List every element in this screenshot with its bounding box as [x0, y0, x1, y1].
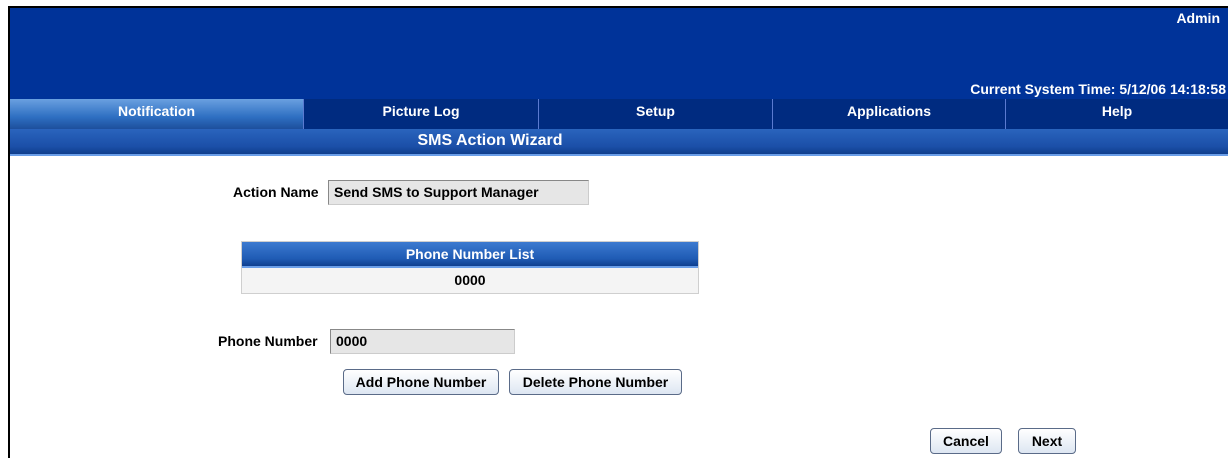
- phone-number-list: Phone Number List 0000: [241, 241, 699, 294]
- tab-label: Help: [1101, 103, 1133, 119]
- tab-help[interactable]: Help: [1005, 99, 1228, 129]
- user-name: Admin: [1176, 10, 1220, 26]
- tab-label: Setup: [636, 103, 675, 119]
- tab-label: Notification: [118, 103, 195, 119]
- add-phone-number-button[interactable]: Add Phone Number: [343, 369, 499, 395]
- tab-picture-log[interactable]: Picture Log: [303, 99, 538, 129]
- wizard-title-bar: SMS Action Wizard: [10, 129, 1228, 156]
- system-time: Current System Time: 5/12/06 14:18:58: [970, 81, 1226, 97]
- tab-notification[interactable]: Notification: [10, 99, 303, 129]
- header-banner: Admin Current System Time: 5/12/06 14:18…: [10, 8, 1228, 99]
- wizard-title: SMS Action Wizard: [417, 132, 563, 149]
- next-button[interactable]: Next: [1018, 428, 1076, 454]
- tab-label: Picture Log: [382, 103, 460, 119]
- action-name-field[interactable]: Send SMS to Support Manager: [328, 180, 589, 205]
- list-item[interactable]: 0000: [242, 268, 698, 293]
- action-name-label: Action Name: [233, 184, 319, 200]
- phone-list-header: Phone Number List: [242, 242, 698, 268]
- tab-applications[interactable]: Applications: [772, 99, 1005, 129]
- tab-setup[interactable]: Setup: [538, 99, 772, 129]
- main-tabs: Notification Picture Log Setup Applicati…: [10, 99, 1228, 129]
- tab-label: Applications: [846, 103, 931, 119]
- cancel-button[interactable]: Cancel: [930, 428, 1002, 454]
- phone-number-input[interactable]: 0000: [330, 329, 515, 354]
- phone-number-label: Phone Number: [218, 333, 318, 349]
- delete-phone-number-button[interactable]: Delete Phone Number: [509, 369, 682, 395]
